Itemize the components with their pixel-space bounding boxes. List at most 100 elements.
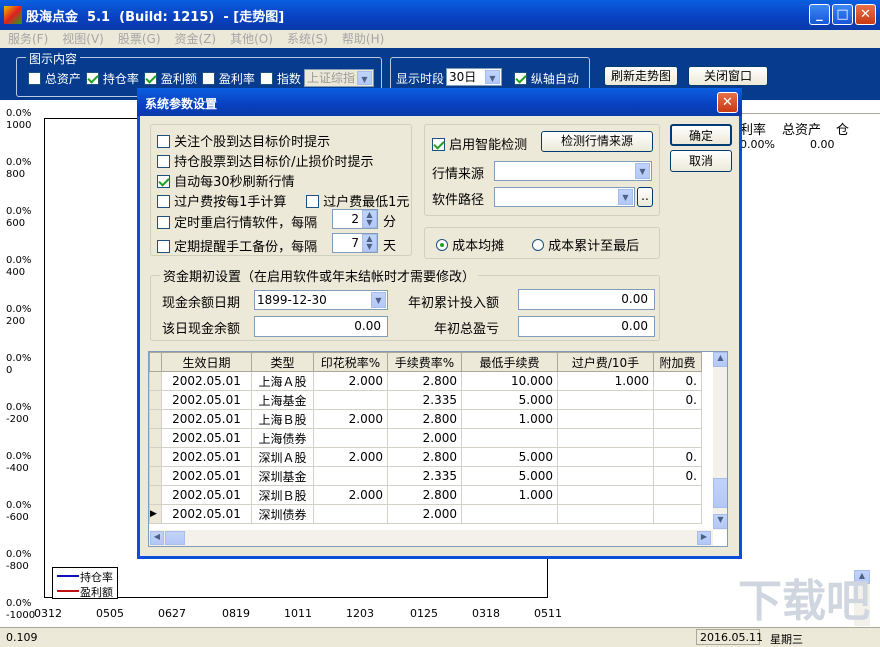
check-position-rate[interactable]: 持仓率 (86, 70, 139, 87)
table-cell[interactable]: 2002.05.01 (161, 447, 252, 467)
table-cell[interactable]: 深圳Ａ股 (251, 447, 314, 467)
row-marker[interactable] (149, 371, 162, 391)
table-cell[interactable]: 2002.05.01 (161, 485, 252, 505)
table-cell[interactable]: 1.000 (461, 409, 558, 429)
table-row[interactable]: 2002.05.01 深圳Ｂ股 2.000 2.800 1.000 (149, 485, 702, 505)
table-cell[interactable]: 2.000 (313, 447, 388, 467)
stepper-arrows-icon[interactable]: ▲ ▼ (362, 234, 377, 252)
table-cell[interactable]: 0. (653, 390, 702, 410)
table-cell[interactable] (557, 485, 654, 505)
close-window-button[interactable]: 关闭窗口 (688, 66, 768, 86)
table-cell[interactable]: 2002.05.01 (161, 428, 252, 448)
menu-service[interactable]: 服务(F) (8, 32, 48, 46)
table-cell[interactable]: 2002.05.01 (161, 466, 252, 486)
table-cell[interactable] (653, 485, 702, 505)
table-cell[interactable]: 5.000 (461, 447, 558, 467)
menu-other[interactable]: 其他(O) (230, 32, 273, 46)
table-cell[interactable]: 2.800 (387, 409, 462, 429)
radio-cost-average[interactable]: 成本均摊 (436, 235, 504, 254)
cancel-button[interactable]: 取消 (670, 150, 732, 172)
table-row[interactable]: 2002.05.01 上海Ａ股 2.000 2.800 10.000 1.000 0. (149, 371, 702, 391)
table-row[interactable]: 2002.05.01 深圳基金 2.335 5.000 0. (149, 466, 702, 486)
table-cell[interactable]: 1.000 (461, 485, 558, 505)
table-cell[interactable]: 2.000 (313, 485, 388, 505)
row-marker[interactable] (149, 409, 162, 429)
table-cell[interactable]: 深圳基金 (251, 466, 314, 486)
maximize-icon[interactable]: □ (832, 4, 853, 25)
check-profit-rate[interactable]: 盈利率 (202, 70, 255, 87)
scroll-thumb[interactable] (713, 478, 727, 508)
table-cell[interactable]: 深圳Ｂ股 (251, 485, 314, 505)
opt-holding-target[interactable]: 持仓股票到达目标价/止损价时提示 (157, 151, 374, 170)
table-cell[interactable] (557, 409, 654, 429)
source-select[interactable]: ▼ (494, 161, 652, 181)
table-cell[interactable] (461, 504, 558, 524)
table-cell[interactable]: 2002.05.01 (161, 390, 252, 410)
table-cell[interactable] (557, 504, 654, 524)
table-cell[interactable]: 0. (653, 371, 702, 391)
stepper-arrows-icon[interactable]: ▲ ▼ (362, 210, 377, 228)
detect-source-button[interactable]: 检测行情来源 (541, 131, 653, 152)
table-row[interactable]: 2002.05.01 上海Ｂ股 2.000 2.800 1.000 (149, 409, 702, 429)
table-cell[interactable]: 上海Ｂ股 (251, 409, 314, 429)
cash-date-select[interactable]: 1899-12-30 ▼ (254, 290, 388, 310)
row-marker[interactable] (149, 466, 162, 486)
table-cell[interactable]: 2.335 (387, 466, 462, 486)
scroll-left-icon[interactable]: ◀ (150, 531, 164, 545)
table-cell[interactable]: 上海债券 (251, 428, 314, 448)
path-select[interactable]: ▼ (494, 187, 635, 207)
table-cell[interactable] (313, 428, 388, 448)
table-cell[interactable]: 2.000 (387, 504, 462, 524)
menu-fund[interactable]: 资金(Z) (175, 32, 217, 46)
check-index[interactable]: 指数 (260, 70, 301, 87)
row-marker[interactable] (149, 447, 162, 467)
table-cell[interactable] (313, 390, 388, 410)
grid-hscroll[interactable]: ◀ ▶ (149, 530, 713, 546)
opt-auto-refresh[interactable]: 自动每30秒刷新行情 (157, 171, 295, 190)
table-cell[interactable]: 2.000 (387, 428, 462, 448)
table-cell[interactable]: 0. (653, 447, 702, 467)
refresh-chart-button[interactable]: 刷新走势图 (604, 66, 678, 86)
day-cash-field[interactable]: 0.00 (254, 316, 388, 337)
grid-vscroll[interactable]: ▲ ▼ (713, 352, 727, 530)
table-row[interactable]: 2002.05.01 深圳Ａ股 2.000 2.800 5.000 0. (149, 447, 702, 467)
table-cell[interactable] (461, 428, 558, 448)
table-cell[interactable] (557, 428, 654, 448)
opt-smart-detect[interactable]: 启用智能检测 (432, 134, 527, 153)
table-cell[interactable]: 10.000 (461, 371, 558, 391)
table-row[interactable]: 2002.05.01 上海债券 2.000 (149, 428, 702, 448)
opt-restart[interactable]: 定时重启行情软件，每隔 (157, 212, 317, 231)
table-cell[interactable] (557, 447, 654, 467)
table-row[interactable]: ▶ 2002.05.01 深圳债券 2.000 (149, 504, 702, 524)
opt-transfer-fee-lot[interactable]: 过户费按每1手计算 (157, 191, 286, 210)
table-cell[interactable]: 上海基金 (251, 390, 314, 410)
table-cell[interactable]: 2.800 (387, 371, 462, 391)
ok-button[interactable]: 确定 (670, 124, 732, 146)
table-cell[interactable]: 2002.05.01 (161, 371, 252, 391)
scroll-down-icon[interactable]: ▼ (713, 514, 727, 529)
index-select[interactable]: 上证综指 ▼ (304, 69, 374, 87)
table-cell[interactable] (557, 466, 654, 486)
table-cell[interactable] (653, 504, 702, 524)
browse-button[interactable]: .. (637, 187, 653, 207)
table-cell[interactable]: 2.800 (387, 485, 462, 505)
table-cell[interactable]: 1.000 (557, 371, 654, 391)
table-cell[interactable] (313, 466, 388, 486)
menu-system[interactable]: 系统(S) (287, 32, 328, 46)
table-cell[interactable] (653, 409, 702, 429)
table-cell[interactable]: 2002.05.01 (161, 504, 252, 524)
table-cell[interactable]: 5.000 (461, 466, 558, 486)
scroll-right-icon[interactable]: ▶ (697, 531, 711, 545)
year-invest-field[interactable]: 0.00 (518, 289, 655, 310)
table-cell[interactable]: 2.335 (387, 390, 462, 410)
menu-stock[interactable]: 股票(G) (118, 32, 161, 46)
opt-transfer-fee-min[interactable]: 过户费最低1元 (306, 191, 409, 210)
table-cell[interactable]: 深圳债券 (251, 504, 314, 524)
table-cell[interactable]: 2.000 (313, 409, 388, 429)
current-row-icon[interactable]: ▶ (149, 504, 162, 524)
table-cell[interactable]: 2002.05.01 (161, 409, 252, 429)
check-axis-auto[interactable]: 纵轴自动 (514, 70, 579, 87)
table-cell[interactable]: 5.000 (461, 390, 558, 410)
table-cell[interactable] (653, 428, 702, 448)
menu-help[interactable]: 帮助(H) (342, 32, 384, 46)
